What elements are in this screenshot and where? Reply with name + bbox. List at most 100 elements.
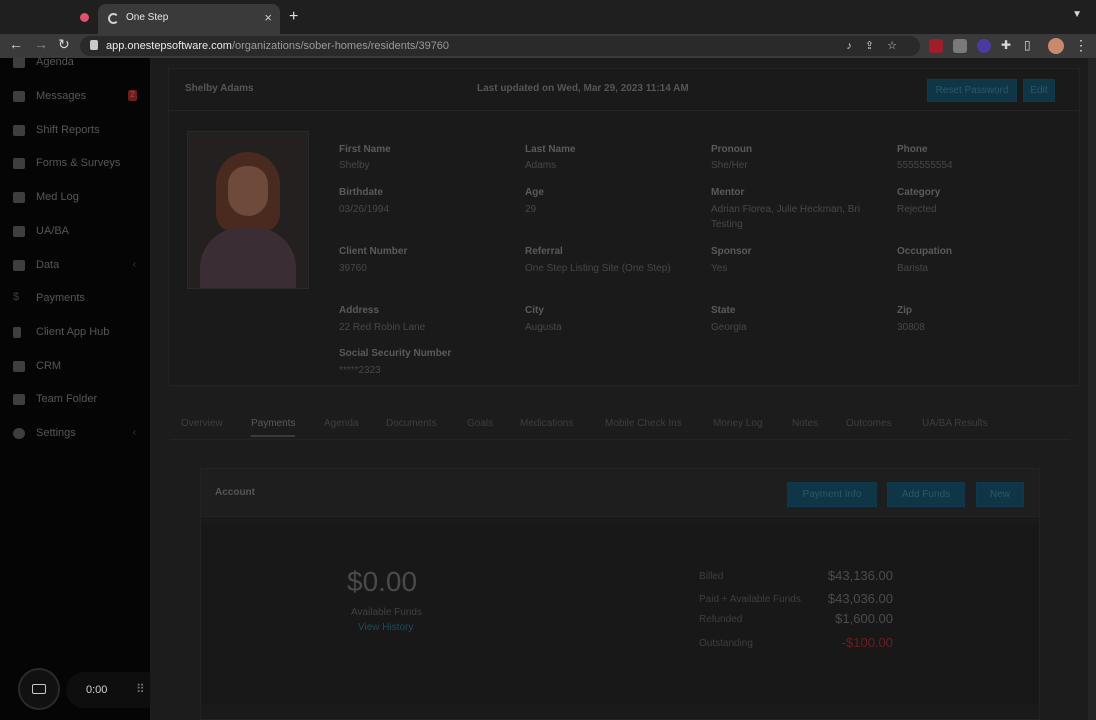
view-history-link[interactable]: View History	[358, 622, 413, 633]
forward-arrow-icon[interactable]: →	[34, 36, 48, 52]
occupation-value: Barista	[897, 263, 929, 274]
tab-notes[interactable]: Notes	[792, 418, 818, 429]
pronoun-value: She/Her	[711, 160, 748, 171]
envelope-icon	[13, 91, 25, 102]
recording-indicator-icon	[80, 13, 89, 22]
bookmark-star-icon[interactable]: ☆	[887, 40, 910, 52]
sidebar-item-label: Client App Hub	[36, 326, 110, 338]
flag-icon	[13, 125, 25, 136]
reload-icon[interactable]: ↻	[58, 36, 70, 53]
phone-icon	[13, 327, 21, 338]
address-bar[interactable]: app.onestepsoftware.com/organizations/so…	[80, 36, 920, 56]
megaphone-icon	[13, 361, 25, 372]
extensions-puzzle-icon[interactable]: ✚	[1001, 38, 1011, 52]
extension-page-icon[interactable]	[953, 39, 967, 53]
sidebar-item-messages[interactable]: Messages 2	[0, 87, 150, 109]
sponsor-value: Yes	[711, 263, 728, 274]
form-icon	[13, 158, 25, 169]
lock-icon	[90, 40, 98, 50]
sidebar-item-settings[interactable]: Settings ‹	[0, 424, 150, 446]
ssn-label: Social Security Number	[339, 348, 452, 359]
birthdate-label: Birthdate	[339, 187, 383, 198]
share-icon[interactable]: ⇪	[865, 40, 887, 52]
sidebar-item-client-app-hub[interactable]: Client App Hub	[0, 323, 150, 345]
recording-timer: 0:00	[86, 684, 108, 696]
side-panel-icon[interactable]: ▯	[1024, 38, 1031, 52]
drag-handle-icon[interactable]: ⠿	[136, 682, 145, 696]
address-label: Address	[339, 305, 380, 316]
profile-avatar[interactable]	[1048, 38, 1064, 54]
state-label: State	[711, 305, 736, 316]
sidebar-item-agenda[interactable]: Agenda	[0, 53, 150, 75]
pill-icon	[13, 192, 25, 203]
outstanding-value: -$100.00	[841, 635, 893, 650]
tab-search-chevron-icon[interactable]: ▼	[1072, 9, 1082, 20]
url-text[interactable]: app.onestepsoftware.com/organizations/so…	[106, 40, 449, 52]
tab-overview[interactable]: Overview	[181, 418, 223, 429]
sidebar-item-crm[interactable]: CRM	[0, 357, 150, 379]
edit-button[interactable]: Edit	[1023, 79, 1055, 102]
age-value: 29	[525, 204, 537, 215]
city-label: City	[525, 305, 544, 316]
sponsor-label: Sponsor	[711, 246, 752, 257]
tab-payments[interactable]: Payments	[251, 418, 296, 437]
extension-gear-icon[interactable]	[977, 39, 991, 53]
tab-close-icon[interactable]: ×	[264, 10, 272, 25]
browser-menu-icon[interactable]: ⋮	[1074, 37, 1088, 54]
sidebar-item-label: Shift Reports	[36, 124, 100, 136]
tab-outcomes[interactable]: Outcomes	[846, 418, 892, 429]
address-bar-actions: ♪⇪☆	[846, 39, 910, 52]
payment-info-button[interactable]: Payment Info	[787, 482, 877, 507]
sidebar-item-label: Agenda	[36, 56, 74, 68]
tab-medications[interactable]: Medications	[520, 418, 573, 429]
resident-photo	[187, 131, 309, 289]
new-button[interactable]: New	[976, 482, 1024, 507]
sidebar-item-shift-reports[interactable]: Shift Reports	[0, 121, 150, 143]
sidebar-item-ua-ba[interactable]: UA/BA	[0, 222, 150, 244]
browser-toolbar: ← → ↻ app.onestepsoftware.com/organizati…	[0, 34, 1096, 58]
billed-label: Billed	[699, 571, 724, 582]
outstanding-label: Outstanding	[699, 638, 753, 649]
tab-agenda[interactable]: Agenda	[324, 418, 358, 429]
extension-record-icon[interactable]	[929, 39, 943, 53]
category-value: Rejected	[897, 204, 937, 215]
back-arrow-icon[interactable]: ←	[9, 36, 23, 52]
sidebar-item-forms-surveys[interactable]: Forms & Surveys	[0, 154, 150, 176]
tab-mobile-check-ins[interactable]: Mobile Check Ins	[605, 418, 682, 429]
chevron-left-icon: ‹	[132, 427, 136, 438]
reset-password-button[interactable]: Reset Password	[927, 79, 1017, 102]
tab-money-log[interactable]: Money Log	[713, 418, 762, 429]
sidebar-item-med-log[interactable]: Med Log	[0, 188, 150, 210]
sidebar-item-label: CRM	[36, 360, 62, 372]
tab-documents[interactable]: Documents	[386, 418, 437, 429]
sidebar-item-team-folder[interactable]: Team Folder	[0, 390, 150, 412]
new-tab-icon[interactable]: +	[289, 8, 298, 26]
category-label: Category	[897, 187, 941, 198]
first-name-value: Shelby	[339, 160, 370, 171]
calendar-icon	[13, 57, 25, 68]
recorder-camera-button[interactable]	[18, 668, 60, 710]
referral-label: Referral	[525, 246, 563, 257]
gear-icon	[13, 428, 25, 439]
billed-value: $43,136.00	[827, 568, 893, 583]
sidebar-item-data[interactable]: Data ‹	[0, 256, 150, 278]
refunded-label: Refunded	[699, 614, 743, 625]
sidebar-item-label: UA/BA	[36, 225, 70, 237]
browser-tab[interactable]: One Step ×	[98, 4, 280, 34]
ssn-value: *****2323	[339, 365, 381, 376]
tab-goals[interactable]: Goals	[467, 418, 493, 429]
last-name-label: Last Name	[525, 144, 576, 155]
dollar-icon: $	[13, 291, 20, 303]
browser-tab-bar: One Step × + ▼	[0, 0, 1096, 34]
resident-tabs: Overview Payments Agenda Documents Goals…	[170, 414, 1070, 440]
zip-value: 30808	[897, 322, 925, 333]
add-funds-button[interactable]: Add Funds	[887, 482, 965, 507]
paid-available-value: $43,036.00	[827, 591, 893, 606]
phone-label: Phone	[897, 144, 928, 155]
sidebar-item-payments[interactable]: $ Payments	[0, 289, 150, 311]
tab-ua-ba-results[interactable]: UA/BA Results	[922, 418, 988, 429]
page-scrollbar[interactable]	[1088, 58, 1096, 720]
microphone-icon[interactable]: ♪	[846, 40, 865, 52]
account-title: Account	[215, 487, 255, 498]
sidebar-item-label: Med Log	[36, 191, 79, 203]
